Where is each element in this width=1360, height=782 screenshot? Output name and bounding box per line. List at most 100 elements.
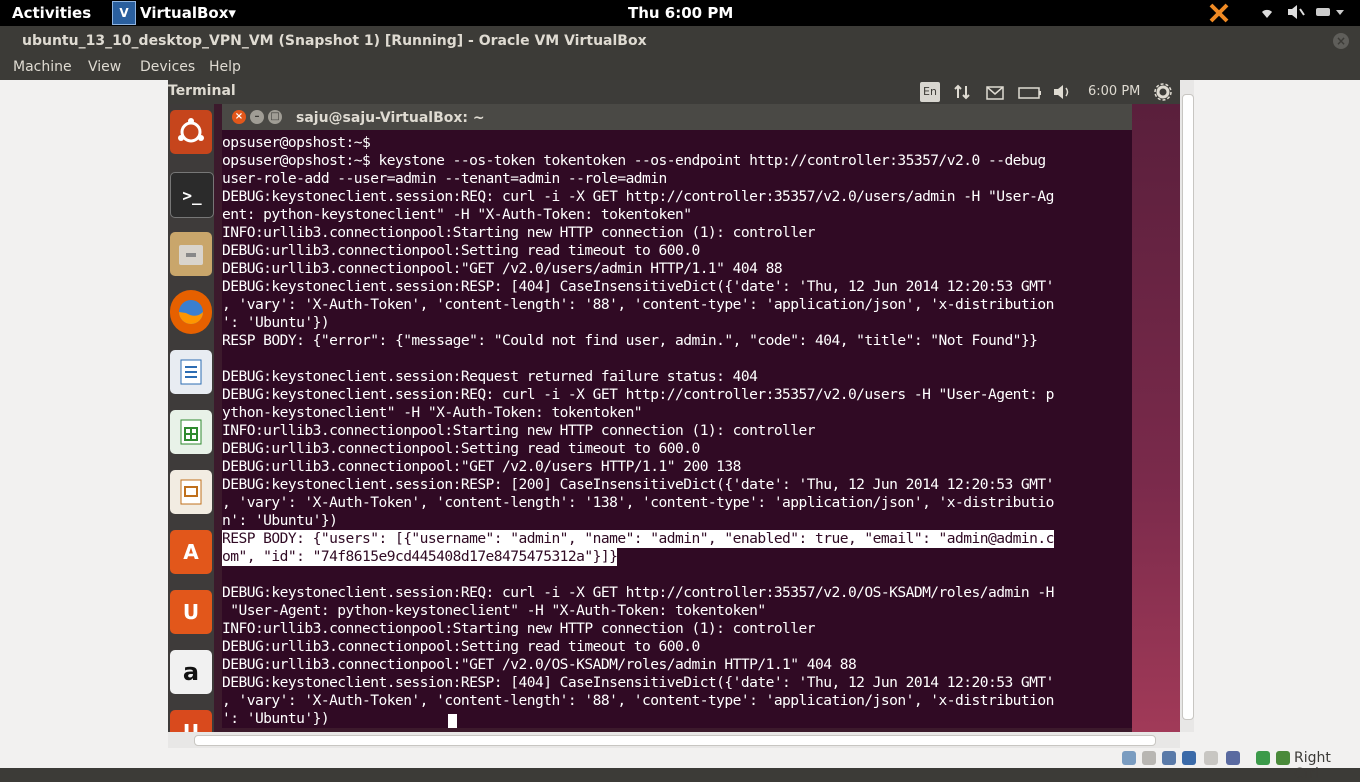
terminal-line: INFO:urllib3.connectionpool:Starting new… xyxy=(222,422,1132,440)
terminal-line-text: "User-Agent: python-keystoneclient" -H "… xyxy=(222,602,766,619)
terminal-line-text: INFO:urllib3.connectionpool:Starting new… xyxy=(222,422,816,439)
terminal-line: DEBUG:keystoneclient.session:RESP: [404]… xyxy=(222,674,1132,692)
chat-status-icon[interactable] xyxy=(1208,2,1230,24)
network-icon[interactable] xyxy=(954,84,970,104)
terminal-line-text: ent: python-keystoneclient" -H "X-Auth-T… xyxy=(222,206,692,223)
guest-app-title: Terminal xyxy=(168,83,236,99)
terminal-line-text: om", "id": "74f8615e9cd445408d17e8475475… xyxy=(222,548,618,566)
firefox-icon[interactable] xyxy=(170,290,212,334)
terminal-line-text: , 'vary': 'X-Auth-Token', 'content-lengt… xyxy=(222,494,1054,511)
menu-machine[interactable]: Machine xyxy=(13,59,72,75)
terminal-line-text: INFO:urllib3.connectionpool:Starting new… xyxy=(222,224,816,241)
display-icon[interactable] xyxy=(1226,751,1240,765)
app-menu-label: VirtualBox xyxy=(140,4,229,22)
terminal-launcher-icon[interactable]: >_ xyxy=(170,172,214,218)
terminal-line: om", "id": "74f8615e9cd445408d17e8475475… xyxy=(222,548,1132,566)
network-adapter-icon[interactable] xyxy=(1182,751,1196,765)
volume-icon[interactable] xyxy=(1286,4,1306,24)
vertical-scrollbar[interactable] xyxy=(1180,80,1194,732)
software-center-icon[interactable]: A xyxy=(170,530,212,574)
terminal-line-text: ': 'Ubuntu'}) xyxy=(222,710,330,727)
terminal-line-text: DEBUG:keystoneclient.session:RESP: [404]… xyxy=(222,674,1054,691)
unity-launcher: >_ A U a U xyxy=(168,104,214,732)
terminal-line: , 'vary': 'X-Auth-Token', 'content-lengt… xyxy=(222,296,1132,314)
terminal-line: DEBUG:keystoneclient.session:REQ: curl -… xyxy=(222,584,1132,602)
terminal-maximize-button[interactable]: □ xyxy=(268,110,282,124)
terminal-line: , 'vary': 'X-Auth-Token', 'content-lengt… xyxy=(222,692,1132,710)
terminal-line: opsuser@opshost:~$ keystone --os-token t… xyxy=(222,152,1132,170)
shared-folders-icon[interactable] xyxy=(1204,751,1218,765)
horizontal-scrollbar[interactable] xyxy=(168,732,1180,748)
amazon-icon[interactable]: a xyxy=(170,650,212,694)
ubuntu-one-icon[interactable]: U xyxy=(170,590,212,634)
terminal-cursor xyxy=(448,714,457,728)
terminal-line-text: DEBUG:urllib3.connectionpool:Setting rea… xyxy=(222,440,700,457)
chevron-down-icon: ▾ xyxy=(228,4,236,22)
terminal-title: saju@saju-VirtualBox: ~ xyxy=(296,110,485,126)
terminal-line: DEBUG:keystoneclient.session:RESP: [200]… xyxy=(222,476,1132,494)
terminal-line-text: opsuser@opshost:~$ keystone --os-token t… xyxy=(222,152,1046,169)
status-bar xyxy=(0,748,1360,768)
guest-clock[interactable]: 6:00 PM xyxy=(1088,84,1140,99)
terminal-line: INFO:urllib3.connectionpool:Starting new… xyxy=(222,224,1132,242)
terminal-line: DEBUG:keystoneclient.session:Request ret… xyxy=(222,368,1132,386)
terminal-line-text: RESP BODY: {"users": [{"username": "admi… xyxy=(222,530,1054,548)
keyboard-layout-indicator[interactable]: En xyxy=(920,82,940,102)
optical-drive-icon[interactable] xyxy=(1142,751,1156,765)
terminal-line-text: DEBUG:urllib3.connectionpool:"GET /v2.0/… xyxy=(222,656,857,673)
dash-home-icon[interactable] xyxy=(170,110,212,154)
terminal-line: ': 'Ubuntu'}) xyxy=(222,314,1132,332)
terminal-line-text: opsuser@opshost:~$ xyxy=(222,134,371,151)
terminal-line: DEBUG:urllib3.connectionpool:Setting rea… xyxy=(222,638,1132,656)
hard-disk-icon[interactable] xyxy=(1122,751,1136,765)
activities-button[interactable]: Activities xyxy=(12,4,91,22)
wifi-icon[interactable] xyxy=(1258,4,1276,24)
libreoffice-writer-icon[interactable] xyxy=(170,350,212,394)
terminal-line: DEBUG:urllib3.connectionpool:"GET /v2.0/… xyxy=(222,458,1132,476)
gear-icon[interactable] xyxy=(1154,83,1172,105)
battery-icon[interactable] xyxy=(1018,85,1042,104)
volume-icon[interactable] xyxy=(1052,84,1072,104)
terminal-line: RESP BODY: {"error": {"message": "Could … xyxy=(222,332,1132,350)
terminal-close-button[interactable]: × xyxy=(232,110,246,124)
terminal-line-text: ': 'Ubuntu'}) xyxy=(222,314,330,331)
terminal-line: RESP BODY: {"users": [{"username": "admi… xyxy=(222,530,1132,548)
host-clock[interactable]: Thu 6:00 PM xyxy=(628,4,733,22)
terminal-line: DEBUG:keystoneclient.session:REQ: curl -… xyxy=(222,188,1132,206)
terminal-line: ython-keystoneclient" -H "X-Auth-Token: … xyxy=(222,404,1132,422)
settings-menu-icon[interactable] xyxy=(1316,4,1350,24)
terminal-line-text: DEBUG:urllib3.connectionpool:Setting rea… xyxy=(222,242,700,259)
terminal-output[interactable]: opsuser@opshost:~$ opsuser@opshost:~$ key… xyxy=(222,130,1132,728)
usb-icon[interactable] xyxy=(1162,751,1176,765)
terminal-line-text: DEBUG:urllib3.connectionpool:"GET /v2.0/… xyxy=(222,260,783,277)
app-menu-virtualbox[interactable]: V VirtualBox ▾ xyxy=(112,0,236,26)
mail-icon[interactable] xyxy=(986,85,1004,104)
horizontal-scroll-thumb[interactable] xyxy=(194,735,1156,746)
terminal-line: DEBUG:urllib3.connectionpool:"GET /v2.0/… xyxy=(222,656,1132,674)
terminal-line-text: ython-keystoneclient" -H "X-Auth-Token: … xyxy=(222,404,643,421)
mouse-integration-icon[interactable] xyxy=(1256,751,1270,765)
terminal-minimize-button[interactable]: – xyxy=(250,110,264,124)
libreoffice-calc-icon[interactable] xyxy=(170,410,212,454)
vm-screen[interactable]: Terminal En 6:00 PM >_ A U a U × – □ saj… xyxy=(168,80,1180,732)
terminal-line-text: DEBUG:keystoneclient.session:REQ: curl -… xyxy=(222,386,1054,403)
menu-view[interactable]: View xyxy=(88,59,121,75)
terminal-line: , 'vary': 'X-Auth-Token', 'content-lengt… xyxy=(222,494,1132,512)
terminal-line: DEBUG:urllib3.connectionpool:Setting rea… xyxy=(222,242,1132,260)
libreoffice-impress-icon[interactable] xyxy=(170,470,212,514)
ubuntu-one-music-icon[interactable]: U xyxy=(170,710,212,732)
host-key-icon[interactable] xyxy=(1276,751,1290,765)
terminal-line-text: DEBUG:keystoneclient.session:REQ: curl -… xyxy=(222,584,1054,601)
menu-devices[interactable]: Devices xyxy=(140,59,195,75)
terminal-line-text: DEBUG:urllib3.connectionpool:"GET /v2.0/… xyxy=(222,458,741,475)
terminal-line: "User-Agent: python-keystoneclient" -H "… xyxy=(222,602,1132,620)
window-close-button[interactable]: × xyxy=(1333,33,1349,49)
terminal-line: ent: python-keystoneclient" -H "X-Auth-T… xyxy=(222,206,1132,224)
terminal-line: ': 'Ubuntu'}) xyxy=(222,710,1132,728)
virtualbox-logo-icon: V xyxy=(112,1,136,25)
files-icon[interactable] xyxy=(170,232,212,276)
menu-help[interactable]: Help xyxy=(209,59,241,75)
terminal-line: DEBUG:keystoneclient.session:REQ: curl -… xyxy=(222,386,1132,404)
vertical-scroll-thumb[interactable] xyxy=(1182,94,1194,720)
